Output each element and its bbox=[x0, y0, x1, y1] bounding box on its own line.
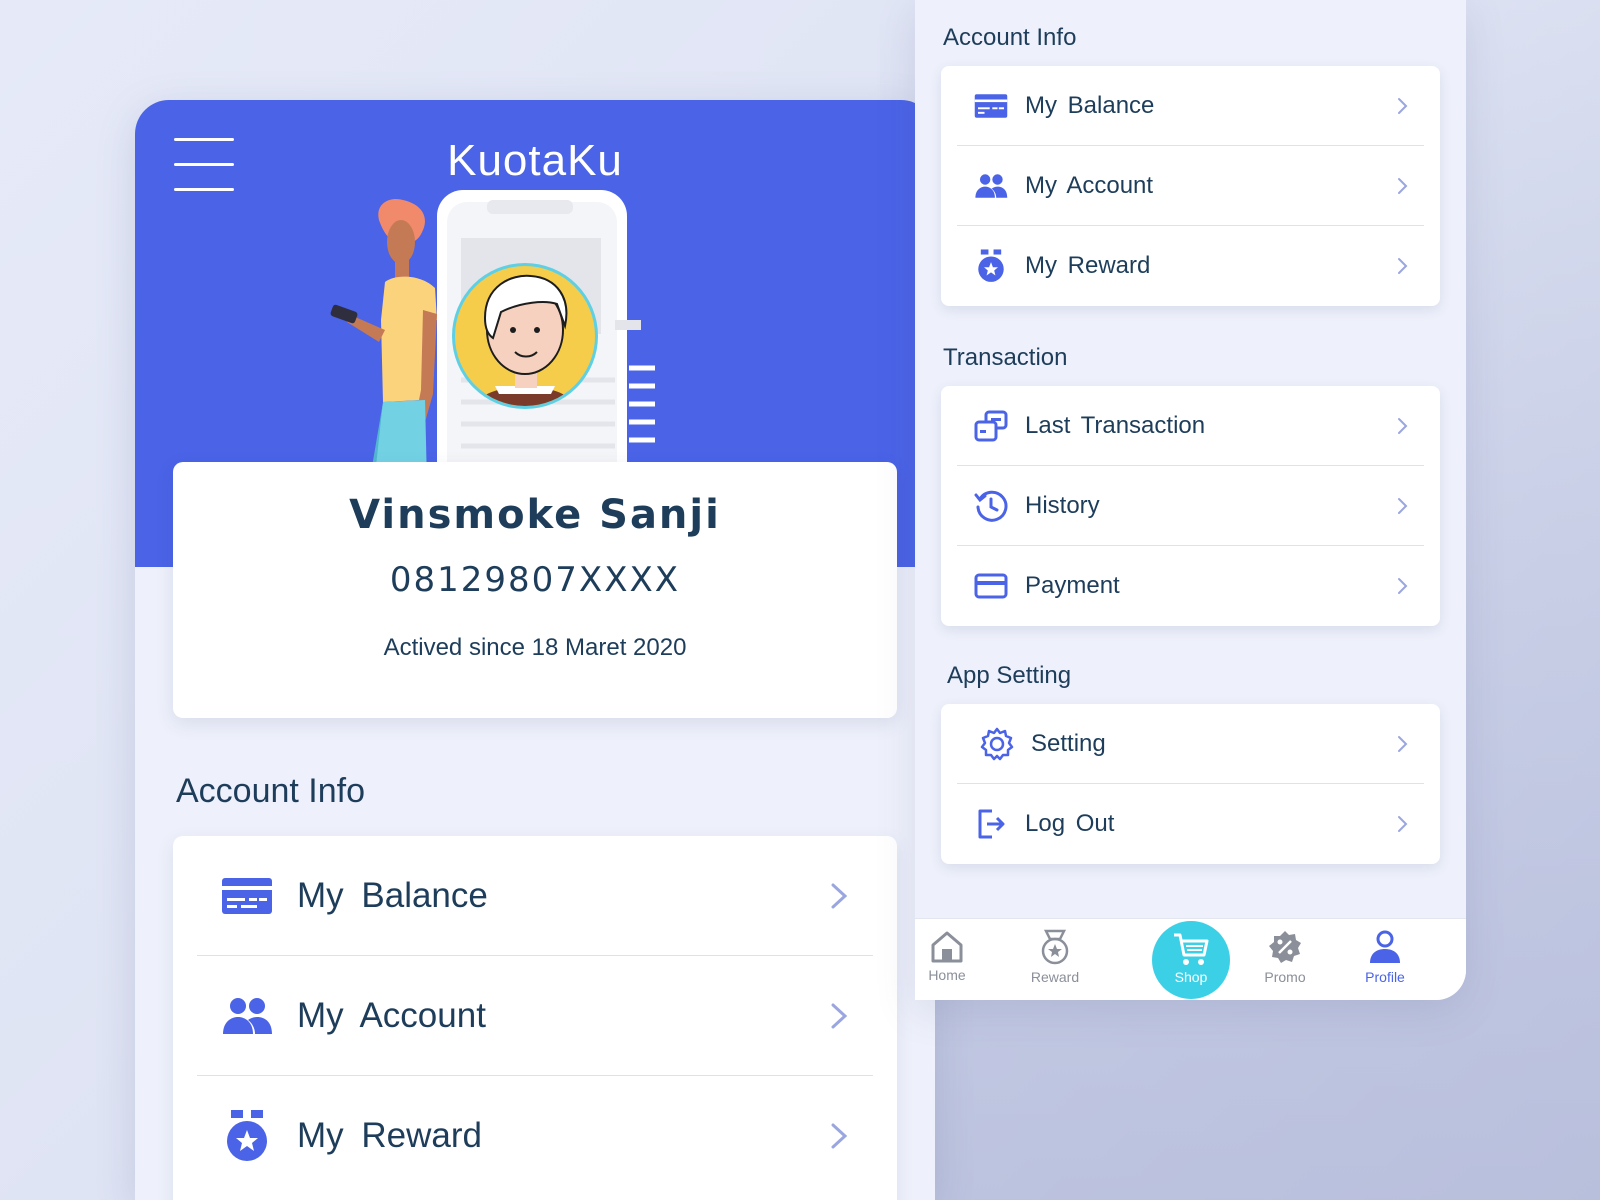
menu-item-my-balance[interactable]: My Balance bbox=[957, 66, 1424, 146]
wallet-icon bbox=[973, 88, 1009, 124]
chevron-right-icon bbox=[1398, 97, 1408, 114]
menu-item-label: Setting bbox=[1031, 729, 1106, 757]
menu-item-label: History bbox=[1025, 491, 1100, 519]
chevron-right-icon bbox=[831, 883, 848, 908]
menu-item-label: My Balance bbox=[297, 875, 488, 915]
menu-item-my-reward[interactable]: My Reward bbox=[957, 226, 1424, 306]
menu-item-label: My Reward bbox=[1025, 252, 1151, 279]
menu-item-last-transaction[interactable]: Last Transaction bbox=[957, 386, 1424, 466]
menu-item-payment[interactable]: Payment bbox=[957, 546, 1424, 626]
section-title-account-info: Account Info bbox=[943, 24, 1077, 51]
menu-item-label: My Balance bbox=[1025, 91, 1155, 119]
menu-item-setting[interactable]: Setting bbox=[957, 704, 1424, 784]
section-title-transaction: Transaction bbox=[943, 344, 1068, 371]
profile-screen-large: KuotaKu Vinsmoke Sanji 08129807XXXX Acti… bbox=[135, 100, 935, 1200]
menu-item-my-account[interactable]: My Account bbox=[197, 956, 873, 1076]
users-icon bbox=[221, 990, 273, 1042]
nav-home-label: Home bbox=[928, 967, 966, 983]
chevron-right-icon bbox=[831, 1123, 848, 1149]
account-info-card: My Balance My Account My Reward bbox=[941, 66, 1440, 306]
transaction-card: Last Transaction History Payment bbox=[941, 386, 1440, 626]
chevron-right-icon bbox=[1398, 417, 1408, 434]
profile-card: Vinsmoke Sanji 08129807XXXX Actived sinc… bbox=[173, 462, 897, 718]
nav-profile-label: Profile bbox=[1365, 969, 1405, 985]
users-icon bbox=[973, 168, 1009, 204]
menu-item-label: Payment bbox=[1025, 572, 1120, 599]
nav-promo-label: Promo bbox=[1264, 969, 1306, 985]
history-icon bbox=[973, 488, 1009, 524]
nav-promo[interactable]: Promo bbox=[1245, 929, 1325, 985]
profile-active-since: Actived since 18 Maret 2020 bbox=[383, 634, 687, 661]
chevron-right-icon bbox=[1398, 735, 1408, 752]
medal-icon bbox=[973, 248, 1009, 284]
menu-item-log-out[interactable]: Log Out bbox=[957, 784, 1424, 864]
nav-reward[interactable]: Reward bbox=[1015, 929, 1095, 985]
menu-item-label: Last Transaction bbox=[1025, 411, 1206, 439]
app-title: KuotaKu bbox=[447, 136, 623, 185]
bottom-navigation: Home Reward Shop Promo Profile bbox=[915, 918, 1466, 1000]
nav-shop[interactable]: Shop bbox=[1152, 921, 1230, 999]
nav-reward-label: Reward bbox=[1030, 969, 1080, 985]
logout-icon bbox=[973, 806, 1009, 842]
profile-name: Vinsmoke Sanji bbox=[349, 492, 721, 538]
menu-item-my-account[interactable]: My Account bbox=[957, 146, 1424, 226]
wallet-icon bbox=[221, 870, 273, 922]
chevron-right-icon bbox=[831, 1003, 848, 1028]
chevron-right-icon bbox=[1398, 497, 1408, 514]
section-title-account-info: Account Info bbox=[176, 772, 366, 810]
gear-icon bbox=[979, 726, 1015, 762]
chevron-right-icon bbox=[1398, 816, 1408, 832]
promo-badge-icon bbox=[1269, 931, 1301, 963]
profile-phone: 08129807XXXX bbox=[389, 560, 681, 600]
profile-screen-menu: Account Info My Balance My Account My Re… bbox=[915, 0, 1466, 1000]
medal-icon bbox=[221, 1110, 273, 1162]
credit-card-icon bbox=[973, 568, 1009, 604]
transaction-icon bbox=[973, 408, 1009, 444]
nav-shop-label: Shop bbox=[1174, 969, 1208, 985]
chevron-right-icon bbox=[1398, 177, 1408, 194]
menu-item-label: Log Out bbox=[1025, 810, 1115, 837]
cart-icon bbox=[1174, 933, 1209, 965]
nav-profile[interactable]: Profile bbox=[1345, 929, 1425, 985]
profile-user-icon bbox=[1370, 930, 1400, 963]
menu-item-history[interactable]: History bbox=[957, 466, 1424, 546]
reward-medal-icon bbox=[1041, 929, 1069, 965]
chevron-right-icon bbox=[1398, 258, 1408, 274]
home-icon bbox=[931, 931, 963, 963]
app-setting-card: Setting Log Out bbox=[941, 704, 1440, 864]
chevron-right-icon bbox=[1398, 578, 1408, 594]
menu-item-label: My Account bbox=[297, 995, 486, 1035]
menu-item-my-reward[interactable]: My Reward bbox=[197, 1076, 873, 1196]
menu-item-my-balance[interactable]: My Balance bbox=[197, 836, 873, 956]
nav-home[interactable]: Home bbox=[915, 929, 987, 983]
menu-item-label: My Account bbox=[1025, 171, 1154, 199]
menu-item-label: My Reward bbox=[297, 1116, 482, 1155]
section-title-app-setting: App Setting bbox=[947, 662, 1072, 689]
account-info-menu: My Balance My Account My Reward bbox=[173, 836, 897, 1200]
